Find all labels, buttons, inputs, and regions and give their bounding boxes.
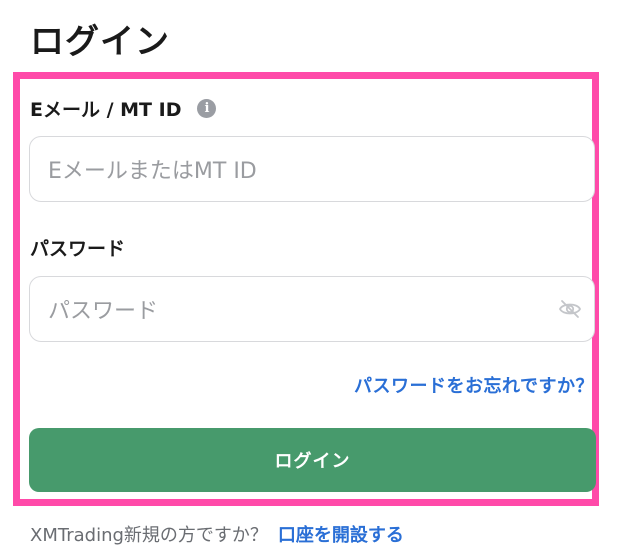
- forgot-password-link[interactable]: パスワードをお忘れですか？: [354, 372, 594, 398]
- email-placeholder: EメールまたはMT ID: [48, 159, 257, 184]
- email-field[interactable]: EメールまたはMT ID: [29, 136, 595, 202]
- open-account-link[interactable]: 口座を開設する: [278, 521, 404, 547]
- password-label: パスワード: [30, 234, 125, 261]
- new-user-text: XMTrading新規の方ですか？: [30, 525, 268, 546]
- email-label-text: Eメール / MT ID: [30, 99, 182, 121]
- signup-row: XMTrading新規の方ですか？ 口座を開設する: [30, 521, 404, 547]
- page-title: ログイン: [30, 22, 170, 62]
- info-icon[interactable]: i: [197, 99, 217, 118]
- login-page: ログイン Eメール / MT ID i EメールまたはMT ID パスワード パ…: [0, 0, 622, 558]
- login-button[interactable]: ログイン: [29, 428, 596, 492]
- email-label: Eメール / MT ID i: [30, 95, 217, 122]
- password-field[interactable]: パスワード: [29, 276, 595, 342]
- eye-off-icon[interactable]: [558, 299, 582, 319]
- password-label-text: パスワード: [30, 238, 126, 260]
- password-placeholder: パスワード: [48, 299, 159, 324]
